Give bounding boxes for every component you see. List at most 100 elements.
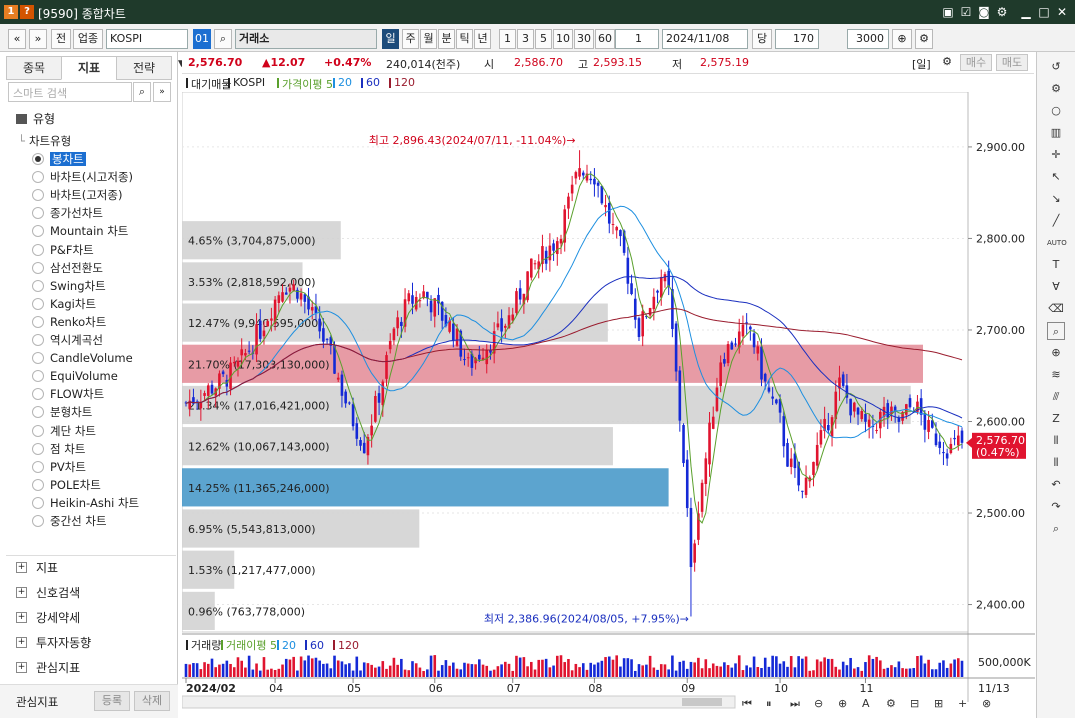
refresh-icon[interactable]: ↺ <box>1047 58 1065 76</box>
collapse-icon[interactable]: ⊟ <box>910 697 919 710</box>
zigzag-icon[interactable]: Z <box>1047 410 1065 428</box>
all-button[interactable]: 전 <box>51 29 71 49</box>
unit-button[interactable]: 당 <box>752 29 772 49</box>
radio-icon[interactable] <box>32 478 44 491</box>
tab-strategy[interactable]: 전략 <box>116 56 172 80</box>
cursor-icon[interactable]: ↖ <box>1047 168 1065 186</box>
fibonacci-icon[interactable]: ≋ <box>1047 366 1065 384</box>
radio-icon[interactable] <box>32 424 44 437</box>
volume-legend-item[interactable]: 60 <box>310 639 324 652</box>
smart-search-input[interactable]: 스마트 검색 <box>8 82 132 102</box>
index-number-badge[interactable]: 01 <box>193 29 211 49</box>
radio-icon[interactable] <box>32 279 44 292</box>
chart-type-item[interactable]: 봉차트 <box>32 150 86 168</box>
minimize-icon[interactable]: ▁ <box>1018 4 1034 20</box>
search-icon[interactable]: ⌕ <box>133 82 151 102</box>
channel-icon[interactable]: ⫻ <box>1047 388 1065 406</box>
period-button-1[interactable]: 주 <box>402 29 419 49</box>
tab-indicator[interactable]: 지표 <box>61 56 117 80</box>
chart-type-item[interactable]: PV차트 <box>32 458 86 476</box>
grid-icon[interactable]: ⦀ <box>1047 432 1065 450</box>
auto-trendline-icon[interactable]: AUTO <box>1047 234 1067 252</box>
screen-layout-icon[interactable]: ▣ <box>940 4 956 20</box>
interval-button-30[interactable]: 30 <box>574 29 594 49</box>
radio-icon[interactable] <box>32 225 44 238</box>
eraser-icon[interactable]: ⌫ <box>1047 300 1065 318</box>
legend-item[interactable]: 20 <box>338 76 352 89</box>
bar-chart-icon[interactable]: ▥ <box>1047 124 1065 142</box>
zoom-icon[interactable]: ⊕ <box>1047 344 1065 362</box>
register-button[interactable]: 등록 <box>94 691 130 711</box>
display-count-input[interactable]: 170 <box>775 29 819 49</box>
pointer-icon[interactable]: ↘ <box>1047 190 1065 208</box>
chart-type-item[interactable]: 점 차트 <box>32 440 85 458</box>
zoom-out-icon[interactable]: ⊖ <box>814 697 823 710</box>
text-size-icon[interactable]: A <box>862 697 870 710</box>
crosshair-icon[interactable]: ✛ <box>1047 146 1065 164</box>
radio-icon[interactable] <box>32 515 44 527</box>
chevron-down-icon[interactable]: » <box>153 82 171 102</box>
volume-legend-item[interactable]: 거래이평 5 <box>226 639 277 652</box>
section-item[interactable]: + 신호검색 <box>16 582 80 604</box>
interval-button-5[interactable]: 5 <box>535 29 552 49</box>
radio-icon[interactable] <box>32 315 44 328</box>
expand-icon[interactable]: + <box>16 562 27 573</box>
magnify-icon[interactable]: ⌕ <box>1047 322 1065 340</box>
zoom-in-icon[interactable]: ⊕ <box>892 29 912 49</box>
camera-icon[interactable]: ◙ <box>976 4 992 20</box>
tree-group[interactable]: └ 차트유형 <box>18 132 71 150</box>
circle-icon[interactable]: ○ <box>1047 102 1065 120</box>
interval-button-60[interactable]: 60 <box>595 29 615 49</box>
close-icon[interactable]: ✕ <box>1054 4 1070 20</box>
settings-icon[interactable]: ⚙ <box>915 29 933 49</box>
gear-icon[interactable]: ⚙ <box>938 55 956 68</box>
date-input[interactable]: 2024/11/08 <box>662 29 748 49</box>
chart-type-item[interactable]: P&F차트 <box>32 241 94 259</box>
horizontal-scrollbar[interactable] <box>182 695 736 709</box>
expand-icon[interactable]: + <box>16 662 27 673</box>
legend-item[interactable]: 120 <box>394 76 415 89</box>
period-button-2[interactable]: 월 <box>420 29 437 49</box>
radio-icon[interactable] <box>32 207 44 220</box>
legend-item[interactable]: 대기매물 <box>191 76 231 92</box>
chart-type-item[interactable]: 삼선전환도 <box>32 259 103 277</box>
chart-type-item[interactable]: CandleVolume <box>32 349 133 367</box>
radio-icon[interactable] <box>32 442 44 455</box>
radio-icon[interactable] <box>32 334 44 346</box>
search-icon[interactable]: ⌕ <box>1047 520 1065 538</box>
redo-icon[interactable]: ↷ <box>1047 498 1065 516</box>
scrollbar-thumb[interactable] <box>682 698 722 706</box>
count-input[interactable]: 1 <box>615 29 659 49</box>
expand-icon[interactable]: + <box>16 612 27 623</box>
maximize-icon[interactable]: □ <box>1036 4 1052 20</box>
section-item[interactable]: + 강세약세 <box>16 607 80 629</box>
section-item[interactable]: + 지표 <box>16 557 58 579</box>
text-icon[interactable]: T <box>1047 256 1065 274</box>
volume-legend-item[interactable]: 20 <box>282 639 296 652</box>
chart-type-item[interactable]: 바차트(시고저종) <box>32 168 133 186</box>
volume-legend-item[interactable]: 거래량 <box>191 639 221 652</box>
prev-button[interactable]: « <box>8 29 26 49</box>
radio-icon[interactable] <box>32 243 44 256</box>
chart-type-item[interactable]: Mountain 차트 <box>32 222 128 240</box>
period-button-4[interactable]: 틱 <box>456 29 473 49</box>
sell-button[interactable]: 매도 <box>996 54 1028 71</box>
radio-icon[interactable] <box>32 406 44 419</box>
interval-button-10[interactable]: 10 <box>553 29 573 49</box>
chart-type-item[interactable]: 역시계곡선 <box>32 331 103 349</box>
expand-icon[interactable]: + <box>16 637 27 648</box>
reset-icon[interactable]: ⊗ <box>982 697 991 710</box>
interval-button-3[interactable]: 3 <box>517 29 534 49</box>
delete-button[interactable]: 삭제 <box>134 691 170 711</box>
radio-icon[interactable] <box>32 189 44 202</box>
chart-type-item[interactable]: FLOW차트 <box>32 385 104 403</box>
chart-type-item[interactable]: 바차트(고저종) <box>32 186 122 204</box>
total-count-input[interactable]: 3000 <box>847 29 889 49</box>
period-button-5[interactable]: 년 <box>474 29 491 49</box>
radio-icon[interactable] <box>32 496 44 509</box>
radio-icon[interactable] <box>32 171 44 184</box>
chart-type-item[interactable]: POLE차트 <box>32 476 101 494</box>
period-button-0[interactable]: 일 <box>382 29 399 49</box>
buy-button[interactable]: 매수 <box>960 54 992 71</box>
radio-icon[interactable] <box>32 261 44 274</box>
